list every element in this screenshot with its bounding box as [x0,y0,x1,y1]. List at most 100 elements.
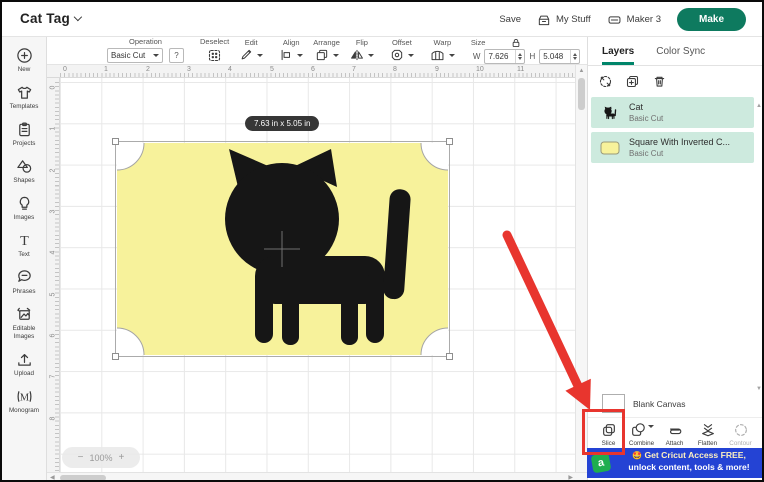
slice-button[interactable]: Slice [592,422,625,447]
tab-color-sync[interactable]: Color Sync [656,37,705,65]
resize-handle-top-left[interactable] [112,138,119,145]
sidebar-item-new[interactable]: New [2,47,47,74]
sidebar-item-monogram[interactable]: M Monogram [2,388,47,415]
scroll-up-icon[interactable]: ▲ [755,103,763,109]
edit-toolbar: Operation Basic Cut ? Deselect Edit [47,37,587,65]
width-input[interactable]: 7.626 [484,49,525,64]
svg-text:T: T [20,233,29,249]
contour-icon [733,422,749,438]
canvas-horizontal-scrollbar[interactable]: ◀ ▶ [47,472,587,482]
svg-text:M: M [19,392,28,403]
combine-icon [630,422,646,438]
layer-row-square[interactable]: Square With Inverted C... Basic Cut [591,132,754,163]
chevron-down-icon [648,425,654,428]
design-canvas[interactable]: 0 1 2 3 4 5 6 7 8 9 10 11 0 1 2 3 4 5 6 … [47,65,587,472]
layer-action-buttons: Slice Combine Attach Flatten [588,417,764,452]
flatten-button[interactable]: Flatten [691,422,724,447]
sidebar-item-images[interactable]: Images [2,195,47,222]
sidebar-item-templates[interactable]: Templates [2,84,47,111]
app-window: Cat Tag Save My Stuff Maker 3 Make Opera… [0,0,764,482]
scrollbar-thumb[interactable] [578,78,585,110]
offset-menu[interactable]: Offset [390,39,414,63]
height-input[interactable]: 5.048 [539,49,580,64]
flatten-icon [700,422,716,438]
operation-help-button[interactable]: ? [169,48,184,63]
tshirt-icon [16,84,33,101]
editable-image-icon [16,306,33,323]
scrollbar-thumb[interactable] [60,475,106,481]
layers-panel: Layers Color Sync Cat Basic Cut [587,37,764,482]
box-icon [537,13,551,27]
zoom-level: 100% [89,453,112,463]
paperclip-icon [667,422,683,438]
trash-icon[interactable] [652,74,667,89]
blank-canvas-swatch[interactable] [602,394,625,413]
resize-handle-top-right[interactable] [446,138,453,145]
lock-icon[interactable] [511,38,521,48]
tab-layers[interactable]: Layers [602,37,634,65]
shapes-icon [16,158,33,175]
my-stuff-button[interactable]: My Stuff [537,13,591,27]
select-all-icon[interactable] [598,74,613,89]
height-stepper[interactable] [570,50,579,63]
offset-icon [390,48,404,62]
chevron-down-icon [74,13,82,21]
blank-canvas-row[interactable]: Blank Canvas [588,392,764,417]
chevron-down-icon [368,54,374,57]
sidebar-item-upload[interactable]: Upload [2,351,47,378]
banner-line1: Get Cricut Access FREE, [644,450,745,460]
machine-select[interactable]: Maker 3 [607,13,661,27]
deselect-button[interactable]: Deselect [200,38,229,63]
operation-group: Operation Basic Cut ? [107,38,184,63]
artboard-shape[interactable] [117,143,448,355]
panel-scrollbar[interactable]: ▲ ▼ [755,103,763,392]
save-button[interactable]: Save [499,14,521,25]
pencil-icon [239,48,253,62]
project-title-menu[interactable]: Cat Tag [20,11,81,26]
upload-icon [16,351,33,368]
duplicate-icon[interactable] [625,74,640,89]
attach-button[interactable]: Attach [658,422,691,447]
panel-tabs: Layers Color Sync [588,37,764,66]
access-badge-icon: a [591,453,612,474]
layer-row-cat[interactable]: Cat Basic Cut [591,97,754,128]
layer-list: Cat Basic Cut Square With Inverted C... … [588,95,764,163]
lightbulb-icon [16,195,33,212]
flip-menu[interactable]: Flip [350,39,374,63]
sidebar-item-editable-images[interactable]: Editable Images [2,306,47,340]
align-menu[interactable]: Align [279,39,303,63]
combine-button[interactable]: Combine [625,422,658,447]
star-struck-emoji: 🤩 [632,451,642,460]
resize-handle-bottom-left[interactable] [112,353,119,360]
zoom-in-button[interactable]: + [119,452,125,463]
operation-select[interactable]: Basic Cut [107,48,163,63]
contour-button[interactable]: Contour [724,422,757,447]
chevron-down-icon [297,54,303,57]
zoom-out-button[interactable]: − [78,452,84,463]
banner-line2: unlock content, tools & more! [615,462,763,474]
resize-handle-bottom-right[interactable] [446,353,453,360]
chevron-down-icon [257,54,263,57]
selection-bounding-box[interactable] [115,141,450,357]
arrange-menu[interactable]: Arrange [313,39,340,63]
scroll-left-icon[interactable]: ◀ [50,474,55,481]
sidebar-item-phrases[interactable]: Phrases [2,269,47,296]
canvas-vertical-scrollbar[interactable]: ▲ [575,65,587,472]
edit-menu[interactable]: Edit [239,39,263,63]
sidebar-item-projects[interactable]: Projects [2,121,47,148]
scroll-up-icon[interactable]: ▲ [576,68,587,74]
layer-tools [588,66,764,95]
machine-icon [607,13,622,27]
warp-menu[interactable]: Warp [430,39,455,63]
text-icon: T [16,232,33,249]
chevron-down-icon [153,54,159,57]
cricut-access-banner[interactable]: a 🤩 Get Cricut Access FREE, unlock conte… [587,448,764,478]
sidebar-item-shapes[interactable]: Shapes [2,158,47,185]
flip-icon [350,48,364,62]
scroll-right-icon[interactable]: ▶ [568,474,573,481]
deselect-icon [207,48,222,63]
size-tooltip: 7.63 in x 5.05 in [245,116,319,131]
sidebar-item-text[interactable]: T Text [2,232,47,259]
make-button[interactable]: Make [677,8,746,31]
width-stepper[interactable] [515,50,524,63]
